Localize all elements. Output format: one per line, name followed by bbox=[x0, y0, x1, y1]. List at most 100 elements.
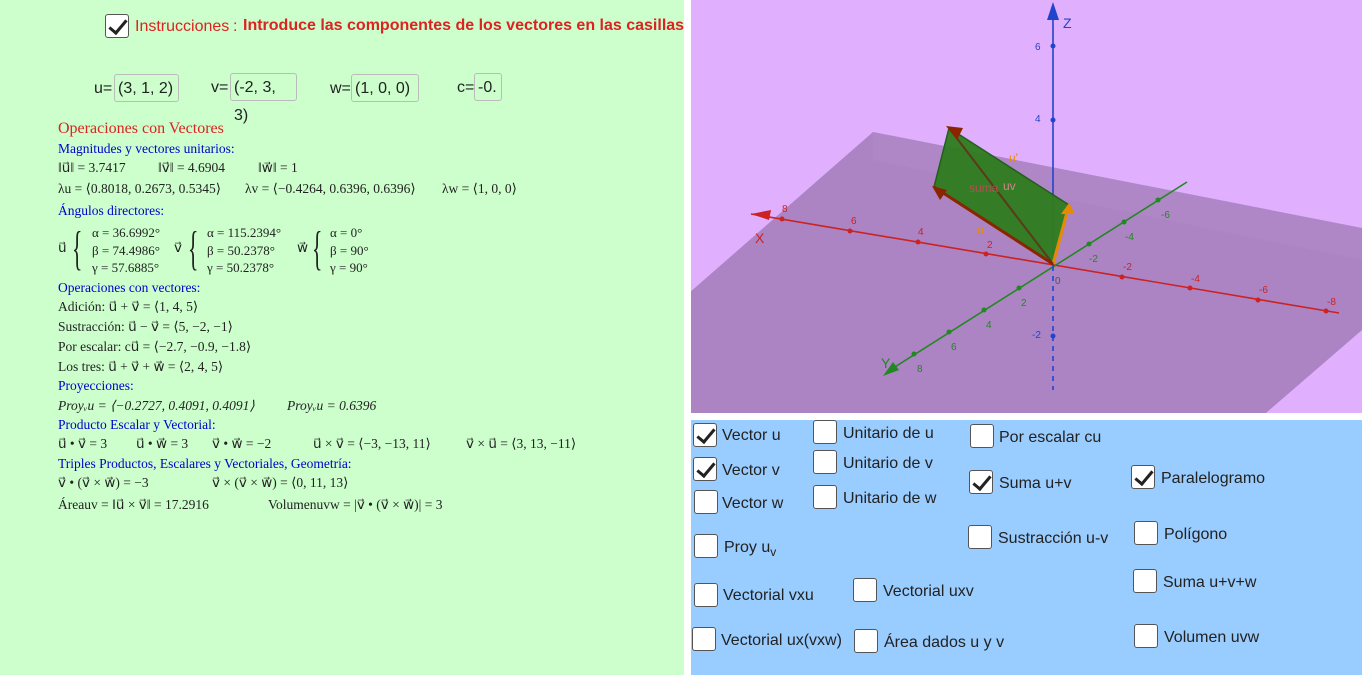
mag-w: ‖w⃗‖ = 1 bbox=[258, 160, 298, 175]
vector-w-label[interactable]: Vector w bbox=[722, 495, 783, 513]
vectorial-uxvxw-checkbox[interactable] bbox=[692, 627, 716, 651]
panel-divider[interactable] bbox=[684, 0, 691, 675]
proy-uv-label-sub: v bbox=[770, 545, 777, 560]
y-tick-dot bbox=[946, 329, 952, 335]
cross-uv: u⃗ × v⃗ = ⟨−3, −13, 11⟩ bbox=[313, 436, 431, 451]
x-tick-label: 4 bbox=[918, 227, 924, 238]
ops-title: Operaciones con Vectores bbox=[58, 120, 224, 137]
prod-title: Producto Escalar y Vectorial: bbox=[58, 417, 216, 432]
x-tick-dot bbox=[1323, 308, 1329, 314]
y-tick-dot bbox=[981, 307, 987, 313]
sum-three: Los tres: u⃗ + v⃗ + w⃗ = ⟨2, 4, 5⟩ bbox=[58, 359, 224, 374]
z-tick-6-dot bbox=[1050, 43, 1056, 49]
u-prime-label-3d: u' bbox=[1009, 151, 1018, 165]
vectorial-uxvxw-label[interactable]: Vectorial ux(vxw) bbox=[721, 632, 842, 650]
proj-title: Proyecciones: bbox=[58, 378, 134, 393]
c-input[interactable]: -0. bbox=[474, 73, 502, 101]
v-label: v= bbox=[211, 79, 229, 96]
mag-v: ‖v⃗‖ = 4.6904 bbox=[158, 160, 226, 175]
x-tick-dot bbox=[1187, 285, 1193, 291]
triple-cross: v⃗ × (v⃗ × w⃗) = ⟨0, 11, 13⟩ bbox=[212, 475, 349, 490]
v-input[interactable]: (-2, 3, 3) bbox=[230, 73, 297, 124]
brace-w: { bbox=[312, 222, 323, 275]
x-tick-label: 2 bbox=[987, 240, 993, 251]
unitario-w-checkbox[interactable] bbox=[813, 485, 837, 509]
c-label: c= bbox=[457, 79, 475, 96]
por-escalar-checkbox[interactable] bbox=[970, 424, 994, 448]
brace-v: { bbox=[188, 222, 199, 275]
y-tick-dot bbox=[911, 351, 917, 357]
x-tick-label: 8 bbox=[782, 204, 788, 215]
z-tick-neg2: -2 bbox=[1032, 330, 1041, 341]
y-tick-label: 4 bbox=[986, 320, 992, 331]
unitario-u-checkbox[interactable] bbox=[813, 420, 837, 444]
vectorial-vxu-checkbox[interactable] bbox=[694, 583, 718, 607]
vector-w-checkbox[interactable] bbox=[694, 490, 718, 514]
addition: Adición: u⃗ + v⃗ = ⟨1, 4, 5⟩ bbox=[58, 299, 199, 314]
paralelogramo-label[interactable]: Paralelogramo bbox=[1161, 470, 1265, 488]
vector-u-checkbox[interactable] bbox=[693, 423, 717, 447]
vectorial-vxu-label[interactable]: Vectorial vxu bbox=[723, 587, 814, 605]
x-tick-dot bbox=[847, 228, 853, 234]
suma-uvw-label[interactable]: Suma u+v+w bbox=[1163, 574, 1256, 592]
instrucciones-checkbox[interactable] bbox=[105, 14, 129, 38]
y-tick-dot bbox=[1155, 197, 1161, 203]
unitario-v-checkbox[interactable] bbox=[813, 450, 837, 474]
proy-uv-label[interactable]: Proy uv bbox=[724, 539, 776, 559]
x-tick-dot bbox=[779, 216, 785, 222]
z-tick-4-dot bbox=[1050, 117, 1056, 123]
angles-vec-u: u⃗ bbox=[58, 240, 67, 255]
lambda-u: λu = ⟨0.8018, 0.2673, 0.5345⟩ bbox=[58, 181, 222, 196]
mag-u: ‖u⃗‖ = 3.7417 bbox=[58, 160, 126, 175]
x-tick-label: -6 bbox=[1259, 285, 1268, 296]
view3d-canvas[interactable]: X Y Z 6 4 -2 8 6 4 2 -2 -4 -6 -8 -6 -4 -… bbox=[691, 0, 1362, 413]
proj-scalar: Proyᵥu = 0.6396 bbox=[287, 398, 377, 413]
instruction-text: Introduce las componentes de los vectore… bbox=[243, 17, 685, 34]
x-axis-label: X bbox=[755, 230, 765, 246]
poligono-label[interactable]: Polígono bbox=[1164, 526, 1227, 544]
y-tick-label: 8 bbox=[917, 364, 923, 375]
z-tick-6: 6 bbox=[1035, 42, 1041, 53]
volumen-uvw-label[interactable]: Volumen uvw bbox=[1164, 629, 1259, 647]
y-tick-label: -6 bbox=[1161, 210, 1170, 221]
por-escalar-label[interactable]: Por escalar cu bbox=[999, 429, 1101, 447]
magnitudes-title: Magnitudes y vectores unitarios: bbox=[58, 141, 235, 156]
vector-u-label[interactable]: Vector u bbox=[722, 427, 781, 445]
y-axis-label: Y bbox=[881, 355, 891, 371]
unitario-w-label[interactable]: Unitario de w bbox=[843, 490, 936, 508]
suma-uvw-checkbox[interactable] bbox=[1133, 569, 1157, 593]
unitario-v-label[interactable]: Unitario de v bbox=[843, 455, 933, 473]
vectorial-uxv-checkbox[interactable] bbox=[853, 578, 877, 602]
sustraccion-label[interactable]: Sustracción u-v bbox=[998, 530, 1108, 548]
proy-uv-checkbox[interactable] bbox=[694, 534, 718, 558]
dot-uw: u⃗ • w⃗ = 3 bbox=[136, 436, 189, 451]
x-tick-dot bbox=[983, 251, 989, 257]
vector-v-checkbox[interactable] bbox=[693, 457, 717, 481]
unitario-u-label[interactable]: Unitario de u bbox=[843, 425, 934, 443]
vector-v-label[interactable]: Vector v bbox=[722, 462, 780, 480]
sustraccion-checkbox[interactable] bbox=[968, 525, 992, 549]
u-input[interactable]: (3, 1, 2) bbox=[114, 74, 179, 102]
z-tick-4: 4 bbox=[1035, 114, 1041, 125]
area-uv-checkbox[interactable] bbox=[854, 629, 878, 653]
dot-uv: u⃗ • v⃗ = 3 bbox=[58, 436, 108, 451]
angles-vec-w: w⃗ bbox=[297, 240, 309, 255]
poligono-checkbox[interactable] bbox=[1134, 521, 1158, 545]
x-tick-label: -8 bbox=[1327, 297, 1336, 308]
area-uv-label[interactable]: Área dados u y v bbox=[884, 634, 1004, 652]
paralelogramo-checkbox[interactable] bbox=[1131, 465, 1155, 489]
algebra-panel: Instrucciones : Introduce las componente… bbox=[0, 0, 684, 675]
angles-v: α = 115.2394° β = 50.2378° γ = 50.2378° bbox=[207, 225, 282, 275]
z-axis-label: Z bbox=[1063, 15, 1072, 31]
y-tick-dot bbox=[1016, 285, 1022, 291]
vectorial-uxv-label[interactable]: Vectorial uxv bbox=[883, 583, 974, 601]
controls-panel: Vector u Unitario de u Por escalar cu Ve… bbox=[691, 420, 1362, 675]
suma-uv-label[interactable]: Suma u+v bbox=[999, 475, 1071, 493]
w-input[interactable]: (1, 0, 0) bbox=[351, 74, 419, 102]
triple-title: Triples Productos, Escalares y Vectorial… bbox=[58, 456, 352, 471]
suma-uv-checkbox[interactable] bbox=[969, 470, 993, 494]
y-tick-dot bbox=[1086, 241, 1092, 247]
triple-dot: v⃗ • (v⃗ × w⃗) = −3 bbox=[58, 475, 149, 490]
graphics-3d-view[interactable]: X Y Z 6 4 -2 8 6 4 2 -2 -4 -6 -8 -6 -4 -… bbox=[691, 0, 1362, 413]
volumen-uvw-checkbox[interactable] bbox=[1134, 624, 1158, 648]
